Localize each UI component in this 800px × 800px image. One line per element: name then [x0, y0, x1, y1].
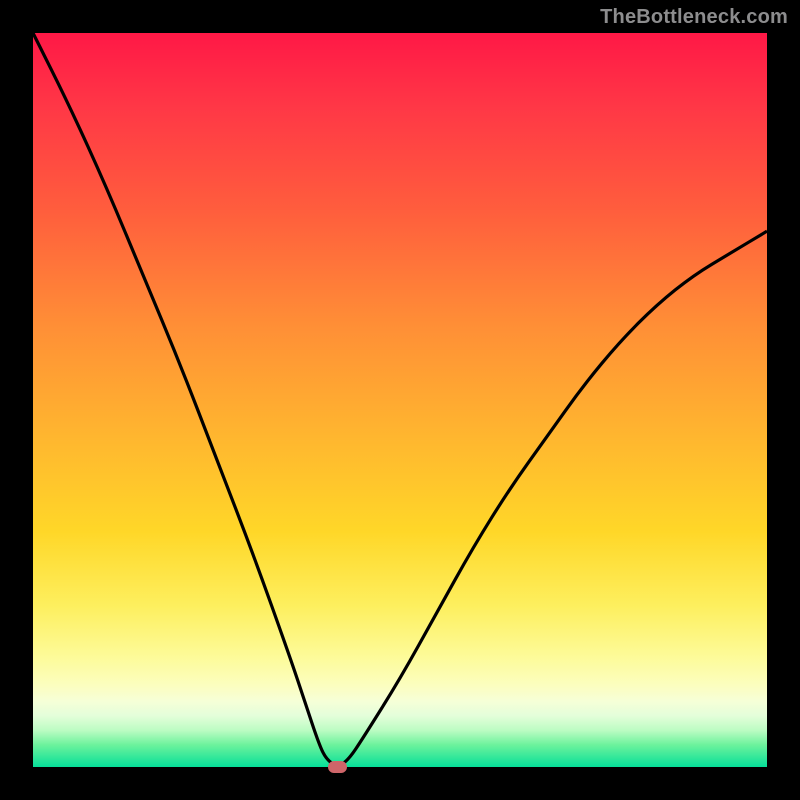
curve-line	[33, 33, 767, 765]
plot-area	[33, 33, 767, 767]
watermark-text: TheBottleneck.com	[600, 6, 788, 29]
bottleneck-curve	[33, 33, 767, 767]
chart-frame: TheBottleneck.com	[0, 0, 800, 800]
optimal-point-marker	[328, 761, 347, 773]
